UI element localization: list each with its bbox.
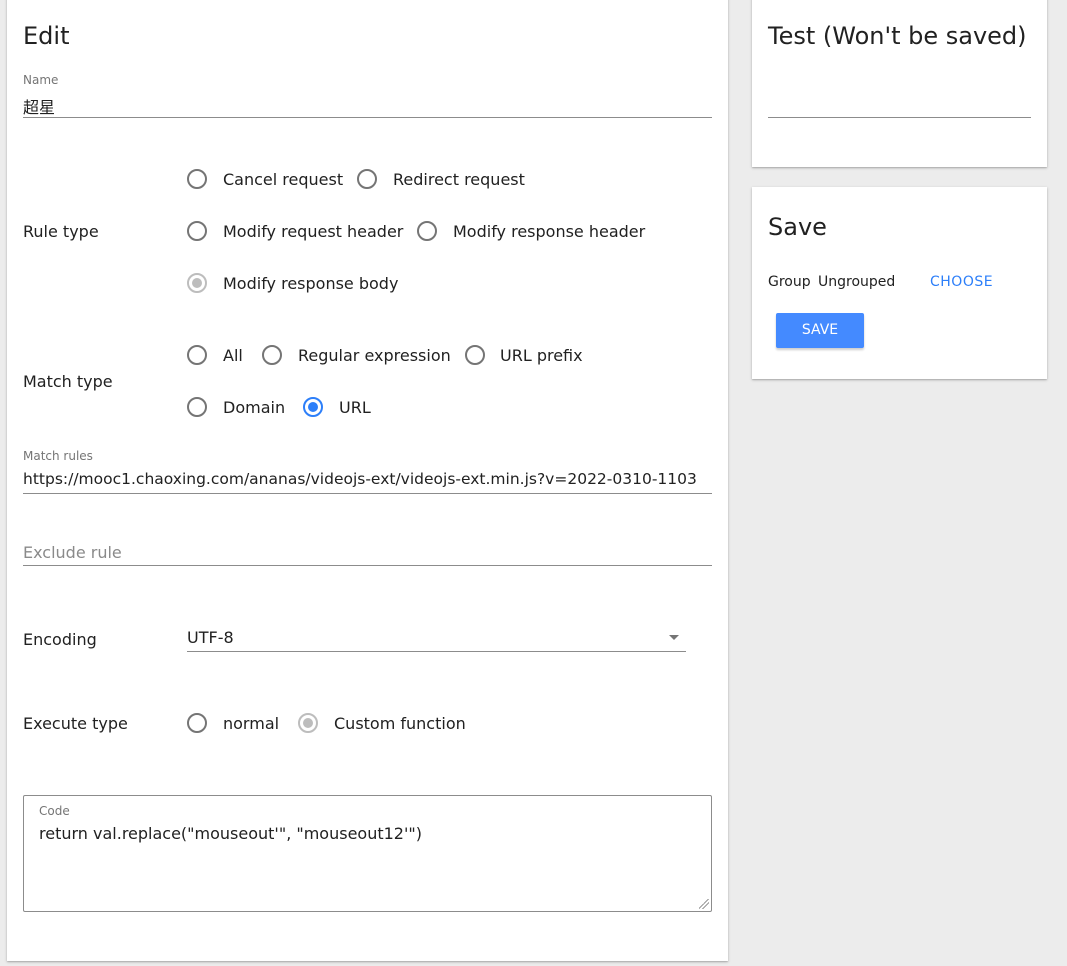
group-value: Ungrouped xyxy=(818,274,896,290)
exclude-rule-underline xyxy=(23,565,712,566)
radio-match-url-prefix[interactable] xyxy=(465,345,485,365)
match-rules-underline xyxy=(23,493,712,494)
radio-match-url[interactable] xyxy=(303,397,323,417)
name-input-underline xyxy=(23,117,712,118)
radio-match-url-prefix-label[interactable]: URL prefix xyxy=(500,346,583,365)
radio-modify-request-header-label[interactable]: Modify request header xyxy=(223,222,403,241)
radio-execute-normal-label[interactable]: normal xyxy=(223,714,279,733)
radio-match-regex-label[interactable]: Regular expression xyxy=(298,346,451,365)
radio-modify-response-body[interactable] xyxy=(187,273,207,293)
radio-cancel-request[interactable] xyxy=(187,169,207,189)
radio-match-url-label[interactable]: URL xyxy=(339,398,371,417)
radio-modify-response-body-label[interactable]: Modify response body xyxy=(223,274,398,293)
radio-redirect-request[interactable] xyxy=(357,169,377,189)
test-panel: Test (Won't be saved) xyxy=(752,0,1047,167)
chevron-down-icon[interactable] xyxy=(669,635,679,640)
execute-type-label: Execute type xyxy=(23,714,128,733)
name-field-label: Name xyxy=(23,73,59,87)
radio-modify-request-header[interactable] xyxy=(187,221,207,241)
name-input[interactable]: 超星 xyxy=(23,94,55,118)
group-label: Group xyxy=(768,274,811,290)
choose-group-button[interactable]: CHOOSE xyxy=(930,274,993,290)
edit-panel: Edit Name 超星 Rule type Cancel request Re… xyxy=(7,0,728,961)
encoding-select[interactable]: UTF-8 xyxy=(187,628,234,647)
save-button[interactable]: SAVE xyxy=(776,313,864,348)
encoding-label: Encoding xyxy=(23,630,97,649)
radio-execute-custom-function[interactable] xyxy=(298,713,318,733)
match-type-label: Match type xyxy=(23,372,113,391)
code-label: Code xyxy=(39,804,70,818)
test-title: Test (Won't be saved) xyxy=(768,22,1027,50)
radio-match-all-label[interactable]: All xyxy=(223,346,243,365)
radio-match-domain-label[interactable]: Domain xyxy=(223,398,285,417)
encoding-select-underline xyxy=(187,651,686,652)
exclude-rule-input[interactable]: Exclude rule xyxy=(23,543,122,562)
rule-type-label: Rule type xyxy=(23,222,99,241)
edit-title: Edit xyxy=(23,22,70,50)
resize-handle-icon[interactable] xyxy=(699,899,709,909)
radio-modify-response-header[interactable] xyxy=(417,221,437,241)
code-textarea[interactable]: Code return val.replace("mouseout'", "mo… xyxy=(23,795,712,912)
match-rules-input[interactable]: https://mooc1.chaoxing.com/ananas/videoj… xyxy=(23,470,697,488)
radio-match-regex[interactable] xyxy=(262,345,282,365)
test-input-underline xyxy=(768,117,1031,118)
radio-cancel-request-label[interactable]: Cancel request xyxy=(223,170,343,189)
radio-modify-response-header-label[interactable]: Modify response header xyxy=(453,222,645,241)
save-title: Save xyxy=(768,213,827,241)
test-input[interactable] xyxy=(768,94,1031,114)
radio-execute-custom-function-label[interactable]: Custom function xyxy=(334,714,466,733)
radio-match-domain[interactable] xyxy=(187,397,207,417)
radio-redirect-request-label[interactable]: Redirect request xyxy=(393,170,525,189)
save-panel: Save Group Ungrouped CHOOSE SAVE xyxy=(752,187,1047,379)
radio-match-all[interactable] xyxy=(187,345,207,365)
match-rules-label: Match rules xyxy=(23,449,93,463)
code-content[interactable]: return val.replace("mouseout'", "mouseou… xyxy=(39,824,422,843)
radio-execute-normal[interactable] xyxy=(187,713,207,733)
